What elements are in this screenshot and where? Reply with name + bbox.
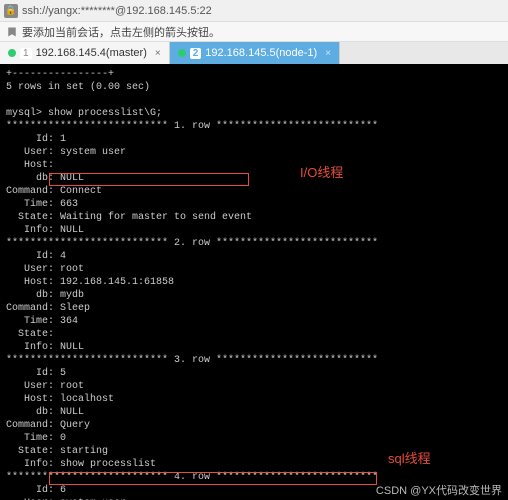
field-id: 6 [60, 485, 66, 496]
tab-label: 192.168.145.5(node-1) [205, 47, 317, 59]
field-host: localhost [60, 394, 114, 405]
field-info: NULL [60, 342, 84, 353]
tab-label: 192.168.145.4(master) [36, 47, 147, 59]
tab-number: 2 [190, 48, 202, 59]
address-text: ssh://yangx:********@192.168.145.5:22 [22, 5, 212, 17]
field-id: 5 [60, 368, 66, 379]
field-info: NULL [60, 225, 84, 236]
lock-icon: 🔒 [4, 4, 18, 18]
field-time: 0 [60, 433, 66, 444]
field-info: show processlist [60, 459, 156, 470]
field-db: NULL [60, 173, 84, 184]
close-icon[interactable]: × [155, 48, 161, 59]
address-bar[interactable]: 🔒 ssh://yangx:********@192.168.145.5:22 [0, 0, 508, 22]
rows-summary: 5 rows in set (0.00 sec) [6, 82, 150, 93]
field-user: root [60, 264, 84, 275]
annotation-sql-thread: sql线程 [388, 452, 431, 465]
mysql-prompt: mysql> show processlist\G; [6, 108, 162, 119]
field-db: NULL [60, 407, 84, 418]
watermark: CSDN @YX代码改变世界 [376, 482, 502, 498]
field-user: root [60, 381, 84, 392]
field-time: 663 [60, 199, 78, 210]
field-host: 192.168.145.1:61858 [60, 277, 174, 288]
tab-bar: 1 192.168.145.4(master) × 2 192.168.145.… [0, 42, 508, 64]
field-command: Connect [60, 186, 102, 197]
row-separator: *************************** 4. row *****… [6, 472, 378, 483]
field-command: Query [60, 420, 90, 431]
tab-master[interactable]: 1 192.168.145.4(master) × [0, 42, 170, 64]
field-time: 364 [60, 316, 78, 327]
status-dot-icon [8, 49, 16, 57]
field-user: system user [60, 147, 126, 158]
tab-number: 1 [20, 48, 32, 59]
bookmark-icon [6, 26, 18, 38]
terminal-output[interactable]: +----------------+ 5 rows in set (0.00 s… [0, 64, 508, 500]
field-command: Sleep [60, 303, 90, 314]
field-id: 4 [60, 251, 66, 262]
status-dot-icon [178, 49, 186, 57]
field-state: Waiting for master to send event [60, 212, 252, 223]
row-separator: *************************** 3. row *****… [6, 355, 378, 366]
session-hint-bar: 要添加当前会话，点击左侧的箭头按钮。 [0, 22, 508, 42]
field-id: 1 [60, 134, 66, 145]
field-db: mydb [60, 290, 84, 301]
tab-node-1[interactable]: 2 192.168.145.5(node-1) × [170, 42, 340, 64]
row-separator: *************************** 1. row *****… [6, 121, 378, 132]
close-icon[interactable]: × [325, 48, 331, 59]
annotation-io-thread: I/O线程 [300, 166, 343, 179]
field-state: starting [60, 446, 108, 457]
row-separator: *************************** 2. row *****… [6, 238, 378, 249]
session-hint-text: 要添加当前会话，点击左侧的箭头按钮。 [22, 24, 220, 40]
